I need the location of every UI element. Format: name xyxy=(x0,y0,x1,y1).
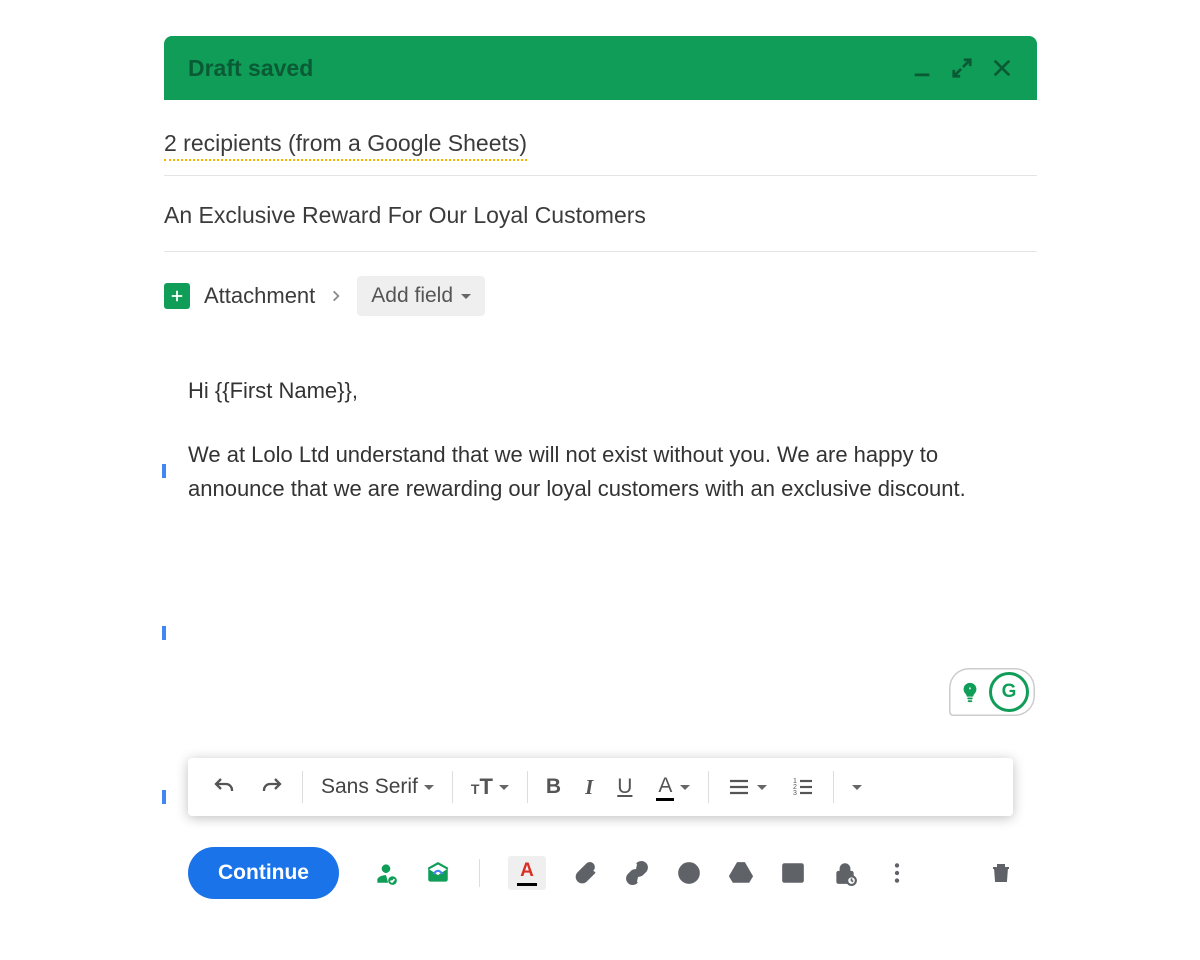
align-dropdown[interactable] xyxy=(717,769,777,805)
font-family-dropdown[interactable]: Sans Serif xyxy=(311,769,444,805)
redo-button[interactable] xyxy=(250,769,294,805)
subject-text[interactable]: An Exclusive Reward For Our Loyal Custom… xyxy=(164,202,646,228)
attachment-bar: Attachment Add field xyxy=(164,252,1037,334)
more-options-button[interactable] xyxy=(884,860,910,886)
continue-button[interactable]: Continue xyxy=(188,847,339,899)
tracking-icon[interactable] xyxy=(373,860,399,886)
italic-button[interactable]: I xyxy=(575,769,603,806)
separator xyxy=(452,771,453,803)
send-later-icon[interactable] xyxy=(425,860,451,886)
underline-button[interactable]: U xyxy=(607,769,642,805)
subject-row[interactable]: An Exclusive Reward For Our Loyal Custom… xyxy=(164,176,1037,252)
insert-photo-button[interactable] xyxy=(780,860,806,886)
caret-down-icon xyxy=(499,785,509,790)
separator xyxy=(708,771,709,803)
insert-link-button[interactable] xyxy=(624,860,650,886)
text-color-dropdown[interactable]: A xyxy=(646,768,700,807)
google-sheets-icon xyxy=(164,283,190,309)
numbered-list-button[interactable]: 123 xyxy=(781,769,825,805)
fullscreen-button[interactable] xyxy=(951,57,973,79)
compose-window: Draft saved 2 recipients (from a Google … xyxy=(164,36,1037,926)
minimize-button[interactable] xyxy=(911,57,933,79)
bold-button[interactable]: B xyxy=(536,769,571,805)
add-field-button[interactable]: Add field xyxy=(357,276,485,316)
caret-down-icon xyxy=(852,785,862,790)
undo-button[interactable] xyxy=(202,769,246,805)
attachment-label[interactable]: Attachment xyxy=(204,283,315,309)
close-button[interactable] xyxy=(991,57,1013,79)
font-size-dropdown[interactable]: TT xyxy=(461,768,519,806)
discard-draft-button[interactable] xyxy=(989,861,1013,885)
separator xyxy=(479,859,480,887)
writing-assistant-pill[interactable]: G xyxy=(949,668,1035,716)
caret-down-icon xyxy=(461,294,471,299)
svg-text:3: 3 xyxy=(793,790,797,797)
add-field-label: Add field xyxy=(371,284,453,308)
body-greeting[interactable]: Hi {{First Name}}, xyxy=(188,374,1013,408)
compose-footer: Continue A xyxy=(188,844,1013,902)
formatting-options-button[interactable]: A xyxy=(508,856,546,890)
caret-down-icon xyxy=(680,785,690,790)
insert-emoji-button[interactable] xyxy=(676,860,702,886)
insert-drive-button[interactable] xyxy=(728,860,754,886)
grammarly-icon[interactable]: G xyxy=(989,672,1029,712)
body-paragraph[interactable]: We at Lolo Ltd understand that we will n… xyxy=(188,438,1013,506)
email-body-editor[interactable]: Hi {{First Name}}, We at Lolo Ltd unders… xyxy=(164,334,1037,724)
separator xyxy=(527,771,528,803)
separator xyxy=(302,771,303,803)
lightbulb-icon xyxy=(959,681,981,703)
confidential-mode-button[interactable] xyxy=(832,860,858,886)
recipients-link[interactable]: 2 recipients (from a Google Sheets) xyxy=(164,130,527,161)
caret-down-icon xyxy=(424,785,434,790)
chevron-right-icon xyxy=(329,289,343,303)
more-formatting-dropdown[interactable] xyxy=(842,779,872,796)
window-header: Draft saved xyxy=(164,36,1037,100)
attach-file-button[interactable] xyxy=(572,860,598,886)
formatting-toolbar: Sans Serif TT B I U A 123 xyxy=(188,758,1013,816)
draft-status: Draft saved xyxy=(188,55,313,82)
separator xyxy=(833,771,834,803)
caret-down-icon xyxy=(757,785,767,790)
recipients-row[interactable]: 2 recipients (from a Google Sheets) xyxy=(164,100,1037,176)
